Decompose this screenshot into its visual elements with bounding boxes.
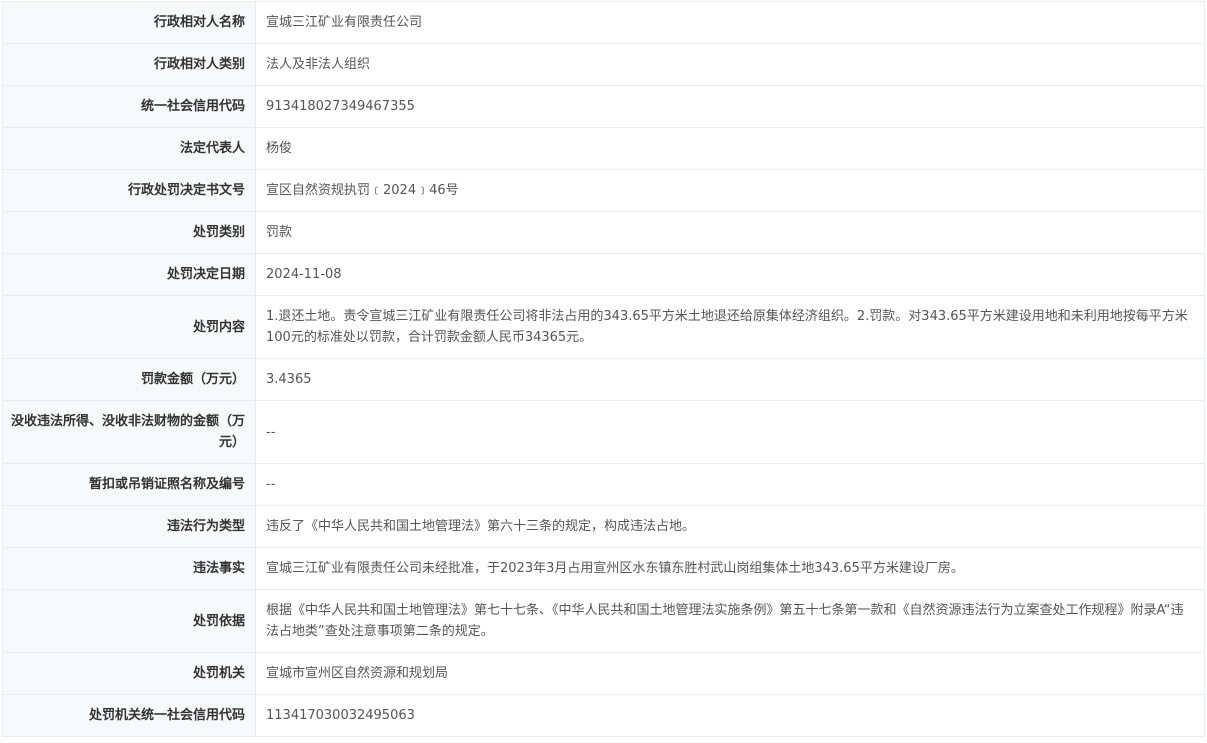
field-value: 罚款 <box>255 211 1205 254</box>
table-row: 处罚机关统一社会信用代码 113417030032495063 <box>2 694 1205 737</box>
table-row: 罚款金额（万元） 3.4365 <box>2 358 1205 401</box>
field-label: 处罚机关统一社会信用代码 <box>2 694 256 737</box>
field-value: 2024-11-08 <box>255 253 1205 296</box>
table-row: 统一社会信用代码 913418027349467355 <box>2 85 1205 128</box>
field-label: 处罚类别 <box>2 211 256 254</box>
field-value: 宣城市宣州区自然资源和规划局 <box>255 652 1205 695</box>
field-label: 行政处罚决定书文号 <box>2 169 256 212</box>
field-label: 处罚内容 <box>2 295 256 359</box>
field-label: 处罚机关 <box>2 652 256 695</box>
table-row: 处罚决定日期 2024-11-08 <box>2 253 1205 296</box>
table-row: 没收违法所得、没收非法财物的金额（万元） -- <box>2 400 1205 464</box>
field-label: 违法事实 <box>2 547 256 590</box>
penalty-info-table: 行政相对人名称 宣城三江矿业有限责任公司 行政相对人类别 法人及非法人组织 统一社会信用… <box>2 1 1205 737</box>
field-label: 暂扣或吊销证照名称及编号 <box>2 463 256 506</box>
table-row: 处罚类别 罚款 <box>2 211 1205 254</box>
field-value: 3.4365 <box>255 358 1205 401</box>
field-value: -- <box>255 463 1205 506</box>
field-value: 1.退还土地。责令宣城三江矿业有限责任公司将非法占用的343.65平方米土地退还… <box>255 295 1205 359</box>
field-value: 宣城三江矿业有限责任公司未经批准，于2023年3月占用宣州区水东镇东胜村武山岗组… <box>255 547 1205 590</box>
table-row: 行政处罚决定书文号 宣区自然资规执罚﹝2024﹞46号 <box>2 169 1205 212</box>
field-label: 没收违法所得、没收非法财物的金额（万元） <box>2 400 256 464</box>
table-row: 行政相对人名称 宣城三江矿业有限责任公司 <box>2 1 1205 44</box>
field-value: 违反了《中华人民共和国土地管理法》第六十三条的规定，构成违法占地。 <box>255 505 1205 548</box>
field-value: 913418027349467355 <box>255 85 1205 128</box>
field-value: 宣区自然资规执罚﹝2024﹞46号 <box>255 169 1205 212</box>
field-value: 根据《中华人民共和国土地管理法》第七十七条、《中华人民共和国土地管理法实施条例》… <box>255 589 1205 653</box>
table-row: 处罚内容 1.退还土地。责令宣城三江矿业有限责任公司将非法占用的343.65平方米… <box>2 295 1205 359</box>
table-row: 处罚机关 宣城市宣州区自然资源和规划局 <box>2 652 1205 695</box>
table-row: 行政相对人类别 法人及非法人组织 <box>2 43 1205 86</box>
field-label: 行政相对人类别 <box>2 43 256 86</box>
field-label: 行政相对人名称 <box>2 1 256 44</box>
field-value: 113417030032495063 <box>255 694 1205 737</box>
field-value: -- <box>255 400 1205 464</box>
table-row: 处罚依据 根据《中华人民共和国土地管理法》第七十七条、《中华人民共和国土地管理法实… <box>2 589 1205 653</box>
field-label: 法定代表人 <box>2 127 256 170</box>
field-value: 法人及非法人组织 <box>255 43 1205 86</box>
table-row: 暂扣或吊销证照名称及编号 -- <box>2 463 1205 506</box>
field-label: 罚款金额（万元） <box>2 358 256 401</box>
field-label: 统一社会信用代码 <box>2 85 256 128</box>
field-label: 处罚依据 <box>2 589 256 653</box>
field-label: 违法行为类型 <box>2 505 256 548</box>
table-row: 违法事实 宣城三江矿业有限责任公司未经批准，于2023年3月占用宣州区水东镇东胜村… <box>2 547 1205 590</box>
field-label: 处罚决定日期 <box>2 253 256 296</box>
field-value: 杨俊 <box>255 127 1205 170</box>
field-value: 宣城三江矿业有限责任公司 <box>255 1 1205 44</box>
table-row: 法定代表人 杨俊 <box>2 127 1205 170</box>
table-row: 违法行为类型 违反了《中华人民共和国土地管理法》第六十三条的规定，构成违法占地。 <box>2 505 1205 548</box>
